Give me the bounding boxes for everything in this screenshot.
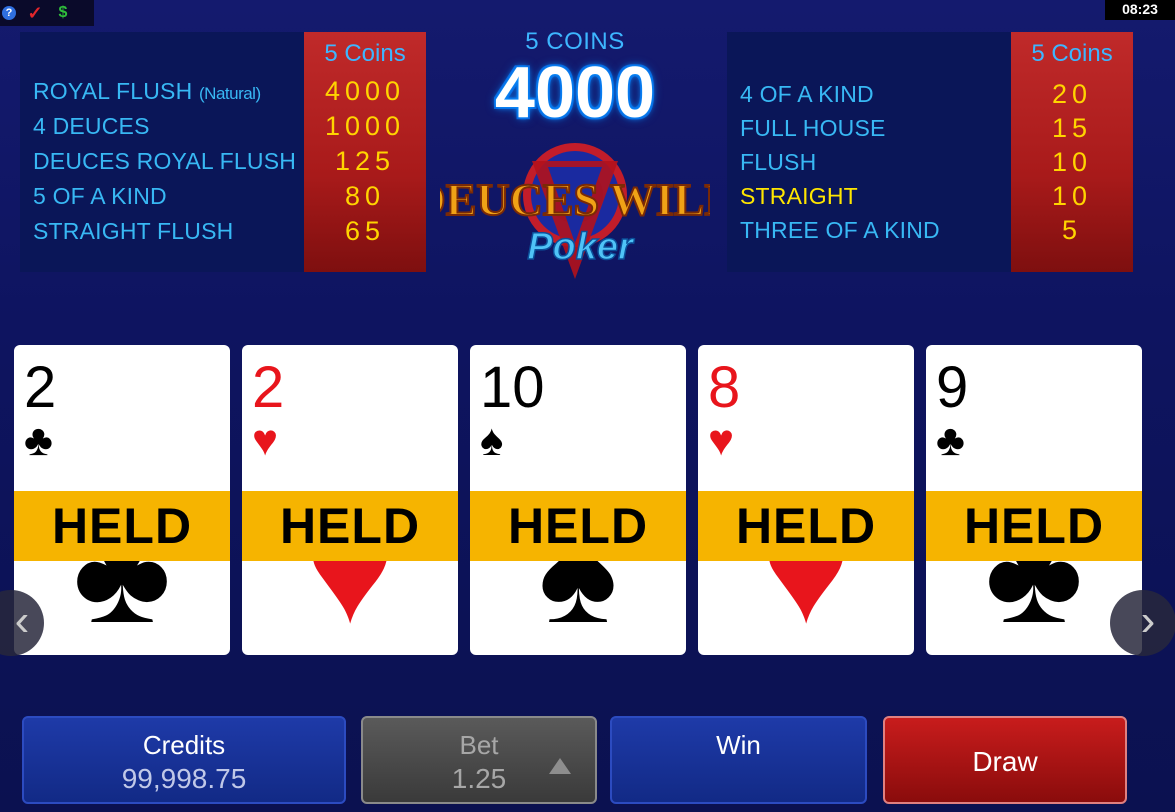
payout-value: 125 (334, 146, 396, 176)
paytable-row: ROYAL FLUSH (Natural) 4000 (20, 76, 426, 110)
hand-name: 4 DEUCES (33, 113, 150, 139)
payout-value: 80 (344, 181, 386, 211)
payout-value: 10 (1051, 147, 1093, 177)
payout-value: 15 (1051, 113, 1093, 143)
hand-name: 5 OF A KIND (33, 183, 167, 209)
hand-name: 4 OF A KIND (740, 81, 874, 107)
card-3[interactable]: 10 ♠ ♠ HELD (470, 345, 686, 655)
payout-value: 65 (344, 216, 386, 246)
help-icon[interactable]: ? (2, 6, 16, 20)
win-label: Win (716, 730, 761, 760)
hand-name: ROYAL FLUSH (Natural) (33, 78, 261, 104)
paytable-row: STRAIGHT FLUSH 65 (20, 216, 426, 250)
hand-name-highlighted: STRAIGHT (740, 183, 858, 209)
win-panel: Win (610, 716, 867, 804)
paytable-row: DEUCES ROYAL FLUSH 125 (20, 146, 426, 180)
heart-icon: ♥ (708, 416, 735, 465)
jackpot-value: 4000 (494, 53, 656, 133)
held-label: HELD (926, 491, 1142, 561)
top-icon-bar: ? ✓ $ (0, 0, 94, 26)
heart-icon: ♥ (252, 416, 279, 465)
card-rank: 2 (252, 355, 285, 420)
hand-name: FULL HOUSE (740, 115, 886, 141)
hand-name: THREE OF A KIND (740, 217, 940, 243)
paytable-row: 4 DEUCES 1000 (20, 111, 426, 145)
held-label: HELD (698, 491, 914, 561)
held-label: HELD (14, 491, 230, 561)
club-icon: ♣ (24, 416, 53, 465)
paytable-row: 5 OF A KIND 80 (20, 181, 426, 215)
logo-line2: Poker (527, 226, 635, 268)
paytable-row: THREE OF A KIND 5 (727, 215, 1133, 249)
draw-label: Draw (972, 746, 1038, 777)
credits-panel: Credits 99,998.75 (22, 716, 346, 804)
bet-label: Bet (459, 730, 499, 760)
club-icon: ♣ (936, 416, 965, 465)
payout-value: 5 (1061, 215, 1083, 245)
card-rank: 9 (936, 355, 969, 420)
hand-name: FLUSH (740, 149, 817, 175)
card-5[interactable]: 9 ♣ ♣ HELD (926, 345, 1142, 655)
paytable-right: 5 Coins 4 OF A KIND 20 FULL HOUSE 15 FLU… (727, 32, 1133, 272)
card-rank: 10 (480, 355, 545, 420)
held-label: HELD (242, 491, 458, 561)
hand-name: STRAIGHT FLUSH (33, 218, 234, 244)
credits-value: 99,998.75 (121, 763, 247, 794)
payout-value: 4000 (324, 76, 406, 106)
clock: 08:23 (1105, 0, 1175, 20)
payout-value: 20 (1051, 79, 1093, 109)
dollar-icon[interactable]: $ (54, 4, 72, 22)
payout-value: 1000 (324, 111, 406, 141)
held-label: HELD (470, 491, 686, 561)
bet-up-arrow-icon[interactable] (549, 758, 571, 774)
card-1[interactable]: 2 ♣ ♣ HELD (14, 345, 230, 655)
credits-label: Credits (142, 730, 226, 760)
card-rank: 8 (708, 355, 741, 420)
card-rank: 2 (24, 355, 57, 420)
paytable-row: FLUSH 10 (727, 147, 1133, 181)
paytable-right-header: 5 Coins (1031, 40, 1113, 67)
deuces-wild-logo: DEUCES WILD Poker (440, 143, 710, 279)
paytable-row: STRAIGHT 10 (727, 181, 1133, 215)
center-title: 5 COINS 4000 (440, 28, 710, 132)
payout-value: 10 (1051, 181, 1093, 211)
paytable-row: FULL HOUSE 15 (727, 113, 1133, 147)
hand-name: DEUCES ROYAL FLUSH (33, 148, 297, 174)
coins-label: 5 COINS (525, 28, 625, 55)
logo-line1: DEUCES WILD (440, 174, 710, 225)
paytable-left-header: 5 Coins (324, 40, 406, 67)
nav-right-arrow-icon[interactable]: › (1110, 590, 1175, 656)
card-2[interactable]: 2 ♥ ♥ HELD (242, 345, 458, 655)
check-icon[interactable]: ✓ (26, 3, 44, 23)
card-4[interactable]: 8 ♥ ♥ HELD (698, 345, 914, 655)
bet-button[interactable]: Bet 1.25 (361, 716, 597, 804)
paytable-row: 4 OF A KIND 20 (727, 79, 1133, 113)
draw-button[interactable]: Draw (883, 716, 1127, 804)
paytable-left: 5 Coins ROYAL FLUSH (Natural) 4000 4 DEU… (20, 32, 426, 272)
spade-icon: ♠ (480, 416, 504, 465)
